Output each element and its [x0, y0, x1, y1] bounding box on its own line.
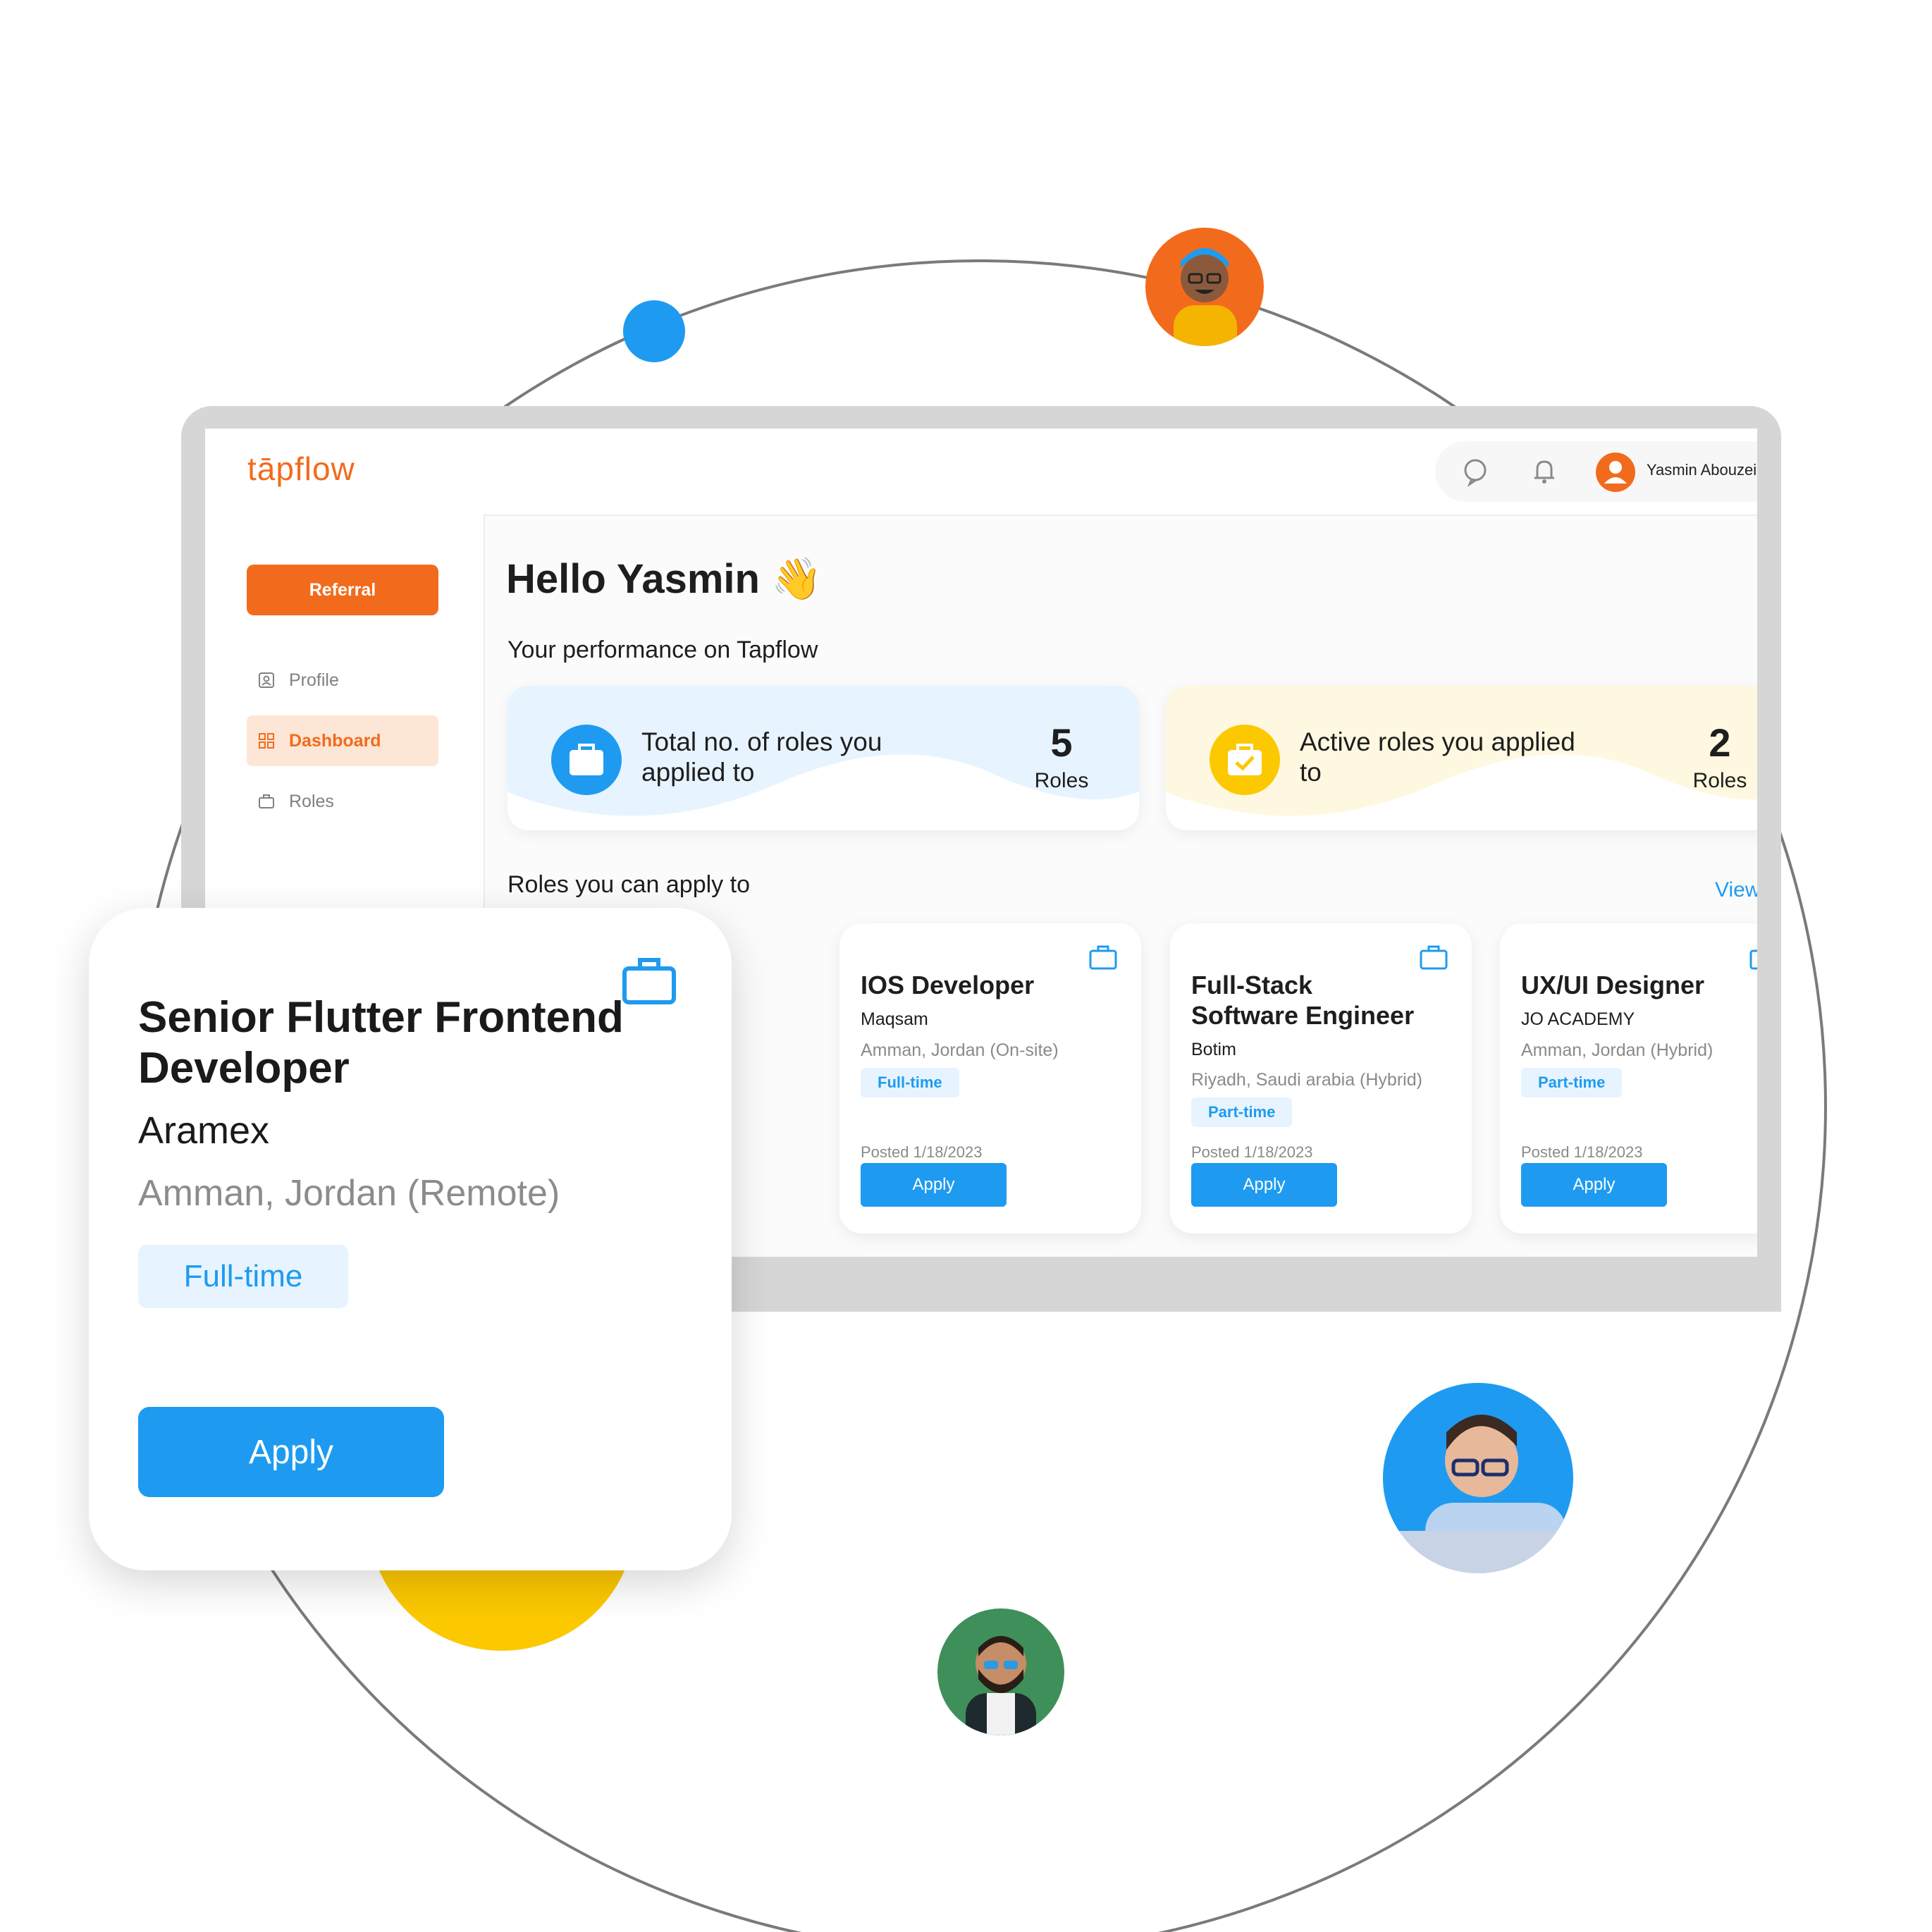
profile-icon: [259, 672, 274, 688]
stat-card-total-roles: Total no. of roles you applied to 5 Role…: [507, 686, 1139, 830]
referral-button[interactable]: Referral: [247, 565, 438, 615]
stat-unit: Roles: [1692, 769, 1747, 792]
apply-button[interactable]: Apply: [861, 1163, 1007, 1207]
person-avatar-top: [1145, 228, 1264, 346]
posted-date: Posted 1/18/2023: [861, 1143, 983, 1161]
briefcase-icon[interactable]: [1420, 945, 1448, 970]
apply-button[interactable]: Apply: [1191, 1163, 1337, 1207]
posted-date: Posted 1/18/2023: [1191, 1143, 1313, 1161]
sidebar-item-dashboard[interactable]: Dashboard: [247, 715, 438, 766]
apply-button[interactable]: Apply: [1521, 1163, 1667, 1207]
waving-hand-icon: 👋: [771, 556, 823, 602]
role-location: Amman, Jordan (On-site): [861, 1040, 1059, 1060]
featured-role-company: Aramex: [138, 1109, 270, 1152]
role-card[interactable]: Full-Stack Software Engineer Botim Riyad…: [1170, 923, 1472, 1233]
briefcase-check-icon: [1210, 725, 1280, 795]
sidebar-item-label: Profile: [289, 670, 339, 690]
tapflow-logo[interactable]: tāpflow: [247, 450, 355, 488]
page-title: Hello Yasmin 👋: [506, 555, 822, 603]
employment-type-badge: Part-time: [1191, 1097, 1293, 1127]
featured-role-title: Senior Flutter Frontend Developer: [138, 993, 624, 1093]
sidebar-item-label: Dashboard: [289, 730, 381, 751]
role-card[interactable]: IOS Developer Maqsam Amman, Jordan (On-s…: [839, 923, 1141, 1233]
user-avatar-icon[interactable]: [1596, 453, 1635, 492]
bell-icon[interactable]: [1525, 453, 1563, 491]
sidebar-item-profile[interactable]: Profile: [247, 655, 438, 706]
briefcase-icon[interactable]: [1089, 945, 1117, 970]
employment-type-badge: Full-time: [138, 1245, 348, 1308]
stat-label: Total no. of roles you applied to: [641, 727, 882, 787]
role-title: IOS Developer: [861, 971, 1035, 999]
role-title: UX/UI Designer: [1521, 971, 1705, 999]
role-location: Amman, Jordan (Hybrid): [1521, 1040, 1713, 1060]
featured-apply-button[interactable]: Apply: [138, 1407, 444, 1497]
briefcase-icon: [259, 794, 274, 808]
role-title: Full-Stack Software Engineer: [1191, 971, 1415, 1030]
briefcase-icon[interactable]: [1749, 945, 1757, 970]
person-avatar-bottom: [937, 1608, 1064, 1735]
roles-section-title: Roles you can apply to: [507, 871, 750, 898]
stat-value: 2: [1709, 720, 1731, 765]
chat-bubble-icon[interactable]: [1456, 453, 1494, 491]
role-card[interactable]: UX/UI Designer JO ACADEMY Amman, Jordan …: [1500, 923, 1757, 1233]
stat-label: Active roles you applied to: [1300, 727, 1575, 787]
posted-date: Posted 1/18/2023: [1521, 1143, 1643, 1161]
featured-role-card[interactable]: Senior Flutter Frontend Developer Aramex…: [89, 908, 732, 1570]
sidebar-item-label: Roles: [289, 791, 334, 811]
role-company: JO ACADEMY: [1521, 1009, 1635, 1029]
greeting-text: Hello Yasmin: [506, 556, 760, 602]
employment-type-badge: Part-time: [1521, 1068, 1623, 1097]
featured-role-location: Amman, Jordan (Remote): [138, 1173, 560, 1214]
person-avatar-right: [1383, 1383, 1573, 1573]
briefcase-icon: [551, 725, 622, 795]
role-company: Maqsam: [861, 1009, 928, 1029]
employment-type-badge: Full-time: [861, 1068, 959, 1097]
stat-unit: Roles: [1034, 769, 1089, 792]
sidebar-item-roles[interactable]: Roles: [247, 776, 438, 827]
top-bar: tāpflow Yasmin Abouzeid: [205, 429, 1757, 516]
topbar-tools: Yasmin Abouzeid: [1435, 441, 1757, 502]
dashboard-grid-icon: [259, 733, 274, 749]
stat-card-active-roles: Active roles you applied to 2 Roles: [1166, 686, 1757, 830]
blue-dot: [623, 300, 685, 362]
user-name[interactable]: Yasmin Abouzeid: [1647, 461, 1757, 479]
view-all-link[interactable]: View all: [1715, 878, 1757, 902]
stat-value: 5: [1050, 720, 1073, 765]
performance-title: Your performance on Tapflow: [507, 636, 818, 663]
role-company: Botim: [1191, 1040, 1236, 1059]
role-location: Riyadh, Saudi arabia (Hybrid): [1191, 1070, 1422, 1090]
